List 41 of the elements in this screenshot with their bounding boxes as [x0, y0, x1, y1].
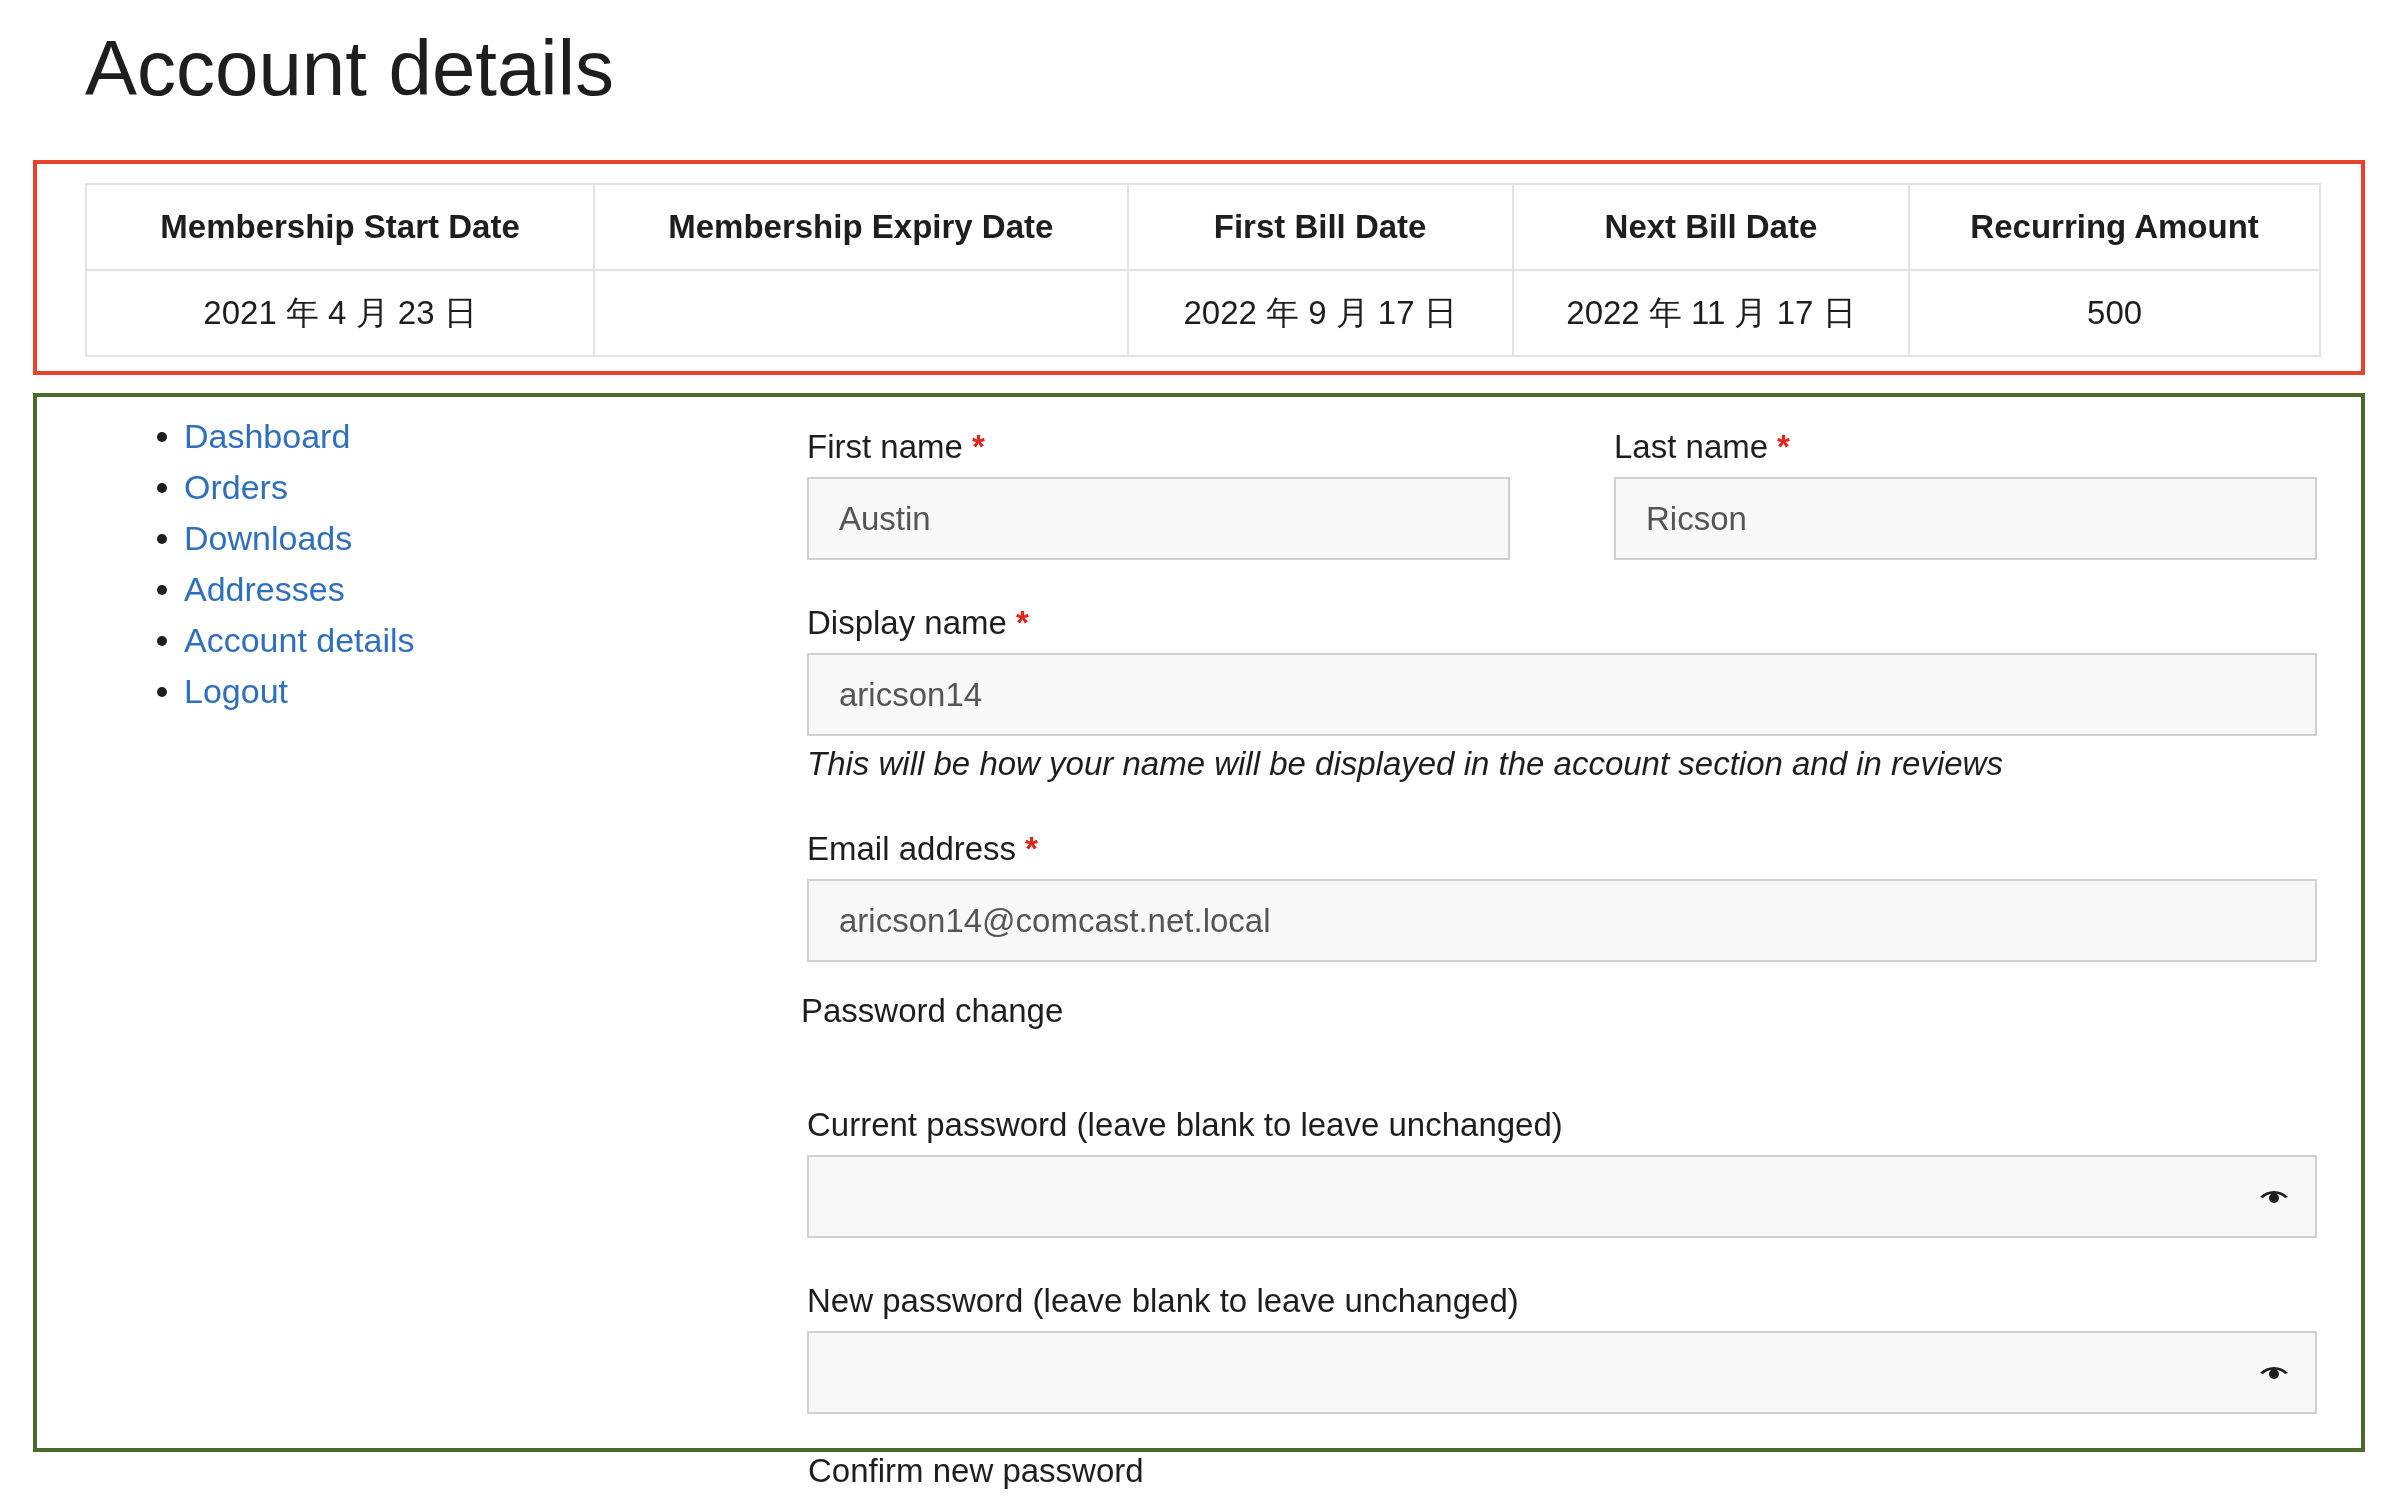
required-mark: *: [1025, 829, 1038, 869]
nav-link[interactable]: Account details: [184, 621, 415, 660]
section-label: Password change: [801, 991, 1064, 1031]
bullet-icon: [157, 584, 167, 595]
column-header: Next Bill Date: [1512, 184, 1910, 270]
table-cell: 2022 年 9 月 17 日: [1127, 270, 1513, 356]
nav-link[interactable]: Addresses: [184, 570, 345, 609]
field-label: Current password (leave blank to leave unchanged): [807, 1105, 1563, 1145]
field-label: Email address: [807, 829, 1017, 869]
input-field[interactable]: Ricson: [1614, 477, 2317, 560]
password-field[interactable]: [807, 1331, 2317, 1414]
field-label: New password (leave blank to leave unchanged): [807, 1281, 1519, 1321]
bullet-icon: [157, 533, 167, 544]
table-cell: 2022 年 11 月 17 日: [1512, 270, 1910, 356]
field-label: First name: [807, 427, 963, 467]
field-label: Last name: [1614, 427, 1769, 467]
page-title: Account details: [85, 23, 614, 114]
nav-link[interactable]: Downloads: [184, 519, 353, 558]
input-field[interactable]: aricson14: [807, 653, 2317, 736]
required-mark: *: [1777, 427, 1790, 467]
nav-link[interactable]: Logout: [184, 672, 288, 711]
required-mark: *: [971, 427, 985, 467]
nav-link[interactable]: Dashboard: [184, 417, 351, 456]
column-header: Membership Expiry Date: [594, 184, 1128, 270]
field-hint: This will be how your name will be displayed in the account section and in reviews: [807, 744, 2004, 784]
column-header: First Bill Date: [1127, 184, 1513, 270]
table-cell: 2021 年 4 月 23 日: [86, 270, 595, 356]
column-header: Recurring Amount: [1909, 184, 2320, 270]
field-label: Display name: [807, 603, 1007, 643]
column-header: Membership Start Date: [86, 184, 595, 270]
required-mark: *: [1015, 603, 1029, 643]
input-field[interactable]: Austin: [807, 477, 1510, 560]
bullet-icon: [157, 635, 167, 646]
input-field[interactable]: aricson14@comcast.net.local: [807, 879, 2317, 962]
bullet-icon: [157, 482, 167, 493]
table-cell: 500: [1909, 270, 2320, 356]
password-field[interactable]: [807, 1155, 2317, 1238]
bullet-icon: [157, 686, 167, 697]
bullet-icon: [157, 431, 167, 442]
nav-link[interactable]: Orders: [184, 468, 288, 507]
field-label: Confirm new password: [808, 1452, 1144, 1490]
